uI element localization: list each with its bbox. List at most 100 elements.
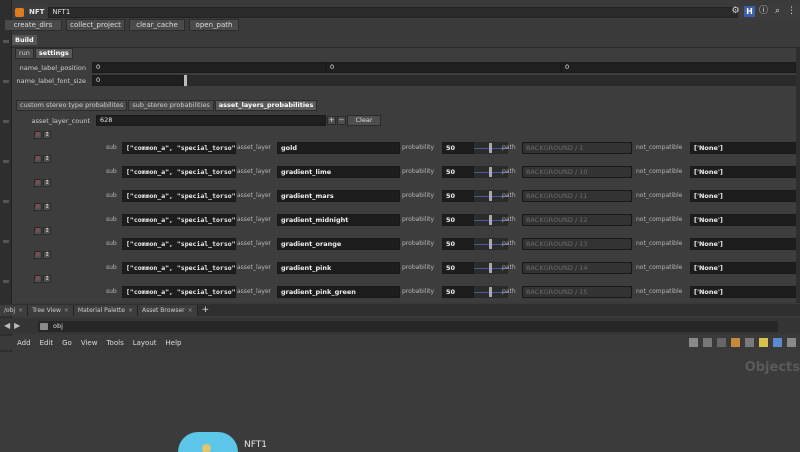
menu-add[interactable]: Add (17, 339, 31, 347)
asset-layer-field[interactable]: gradient_midnight (277, 214, 400, 226)
tools-icon[interactable] (689, 338, 698, 347)
search-icon[interactable]: ⌕ (772, 6, 783, 17)
tab-material-palette[interactable]: Material Palette × (73, 304, 138, 316)
collect-project-button[interactable]: collect_project (66, 19, 125, 31)
name-label-position-x[interactable]: 0 (92, 62, 326, 73)
not-compatible-field[interactable]: ['None'] (690, 238, 800, 250)
sub-field[interactable]: ["common_a", "special_torso"] (122, 190, 236, 202)
sub-field[interactable]: ["common_a", "special_torso"] (122, 214, 236, 226)
path-field[interactable]: obj (38, 321, 778, 332)
gear-icon[interactable]: ⚙ (730, 6, 741, 17)
not-compatible-field[interactable]: ['None'] (690, 190, 800, 202)
slider-handle[interactable] (489, 287, 492, 297)
font-size-slider[interactable] (184, 75, 796, 86)
tab-settings[interactable]: settings (34, 48, 73, 59)
probability-field[interactable]: 50 (442, 262, 474, 274)
tab-asset-browser[interactable]: Asset Browser × (137, 304, 198, 316)
asset-layer-field[interactable]: gradient_orange (277, 238, 400, 250)
network-view[interactable]: Objects NFT1 (0, 352, 800, 452)
back-arrow-icon[interactable]: ◀ (4, 321, 10, 330)
menu-view[interactable]: View (81, 339, 98, 347)
tab-obj[interactable]: /obj × (0, 304, 29, 316)
sticky-note-icon[interactable] (759, 338, 768, 347)
parameter-scrollbar[interactable] (796, 48, 800, 303)
asset-layer-field[interactable]: gradient_lime (277, 166, 400, 178)
remove-row-icon[interactable]: × (34, 203, 42, 211)
probability-field[interactable]: 50 (442, 142, 474, 154)
sub-field[interactable]: ["common_a", "special_torso"] (122, 238, 236, 250)
info-icon[interactable]: ⓘ (758, 6, 769, 17)
options-icon[interactable] (787, 338, 796, 347)
slider-handle[interactable] (489, 191, 492, 201)
move-row-icon[interactable]: ↕ (43, 275, 51, 283)
clear-cache-button[interactable]: clear_cache (129, 19, 185, 31)
slider-handle[interactable] (489, 215, 492, 225)
display-icon[interactable] (773, 338, 782, 347)
remove-layer-button[interactable]: − (337, 116, 346, 125)
probability-field[interactable]: 50 (442, 238, 474, 250)
remove-row-icon[interactable]: × (34, 155, 42, 163)
name-label-font-size-field[interactable]: 0 (92, 75, 184, 86)
name-label-position-y[interactable]: 0 (326, 62, 561, 73)
tab-asset-layers[interactable]: asset_layers_probabilities (214, 100, 318, 111)
font-size-slider-handle[interactable] (184, 75, 187, 86)
node-icon[interactable] (178, 432, 238, 452)
sub-field[interactable]: ["common_a", "special_torso"] (122, 286, 236, 298)
remove-row-icon[interactable]: × (34, 251, 42, 259)
create-dirs-button[interactable]: create_dirs (4, 19, 62, 31)
slider-handle[interactable] (489, 263, 492, 273)
not-compatible-field[interactable]: ['None'] (690, 286, 800, 298)
move-row-icon[interactable]: ↕ (43, 251, 51, 259)
clear-button[interactable]: Clear (347, 115, 381, 126)
not-compatible-field[interactable]: ['None'] (690, 142, 800, 154)
close-icon[interactable]: × (188, 307, 193, 314)
probability-field[interactable]: 50 (442, 286, 474, 298)
asset-layer-field[interactable]: gradient_mars (277, 190, 400, 202)
help-icon[interactable]: H (744, 6, 755, 17)
close-icon[interactable]: × (18, 307, 23, 314)
move-row-icon[interactable]: ↕ (43, 131, 51, 139)
open-path-button[interactable]: open_path (189, 19, 239, 31)
menu-go[interactable]: Go (62, 339, 72, 347)
tab-run[interactable]: run (15, 48, 34, 59)
remove-row-icon[interactable]: × (34, 275, 42, 283)
tab-sub-stereo[interactable]: sub_stereo probabilities (128, 100, 214, 111)
network-icon[interactable] (703, 338, 712, 347)
close-icon[interactable]: × (64, 307, 69, 314)
not-compatible-field[interactable]: ['None'] (690, 214, 800, 226)
move-row-icon[interactable]: ↕ (43, 155, 51, 163)
sub-field[interactable]: ["common_a", "special_torso"] (122, 142, 236, 154)
remove-row-icon[interactable]: × (34, 131, 42, 139)
grid-icon[interactable] (745, 338, 754, 347)
palette-icon[interactable] (731, 338, 740, 347)
slider-handle[interactable] (489, 239, 492, 249)
not-compatible-field[interactable]: ['None'] (690, 166, 800, 178)
move-row-icon[interactable]: ↕ (43, 179, 51, 187)
slider-handle[interactable] (489, 167, 492, 177)
move-row-icon[interactable]: ↕ (43, 227, 51, 235)
menu-edit[interactable]: Edit (40, 339, 54, 347)
probability-field[interactable]: 50 (442, 190, 474, 202)
tab-tree-view[interactable]: Tree View × (28, 304, 74, 316)
menu-layout[interactable]: Layout (133, 339, 157, 347)
forward-arrow-icon[interactable]: ▶ (14, 321, 20, 330)
asset-layer-field[interactable]: gradient_pink_green (277, 286, 400, 298)
name-label-position-z[interactable]: 0 (561, 62, 796, 73)
probability-field[interactable]: 50 (442, 214, 474, 226)
asset-layer-field[interactable]: gold (277, 142, 400, 154)
asset-layer-field[interactable]: gradient_pink (277, 262, 400, 274)
move-row-icon[interactable]: ↕ (43, 203, 51, 211)
list-icon[interactable] (717, 338, 726, 347)
asset-layer-count-field[interactable]: 628 (96, 115, 326, 126)
menu-tools[interactable]: Tools (106, 339, 123, 347)
not-compatible-field[interactable]: ['None'] (690, 262, 800, 274)
slider-handle[interactable] (489, 143, 492, 153)
build-folder-label[interactable]: Build (12, 35, 37, 45)
remove-row-icon[interactable]: × (34, 179, 42, 187)
sub-field[interactable]: ["common_a", "special_torso"] (122, 262, 236, 274)
node-name-field[interactable]: NFT1 (48, 6, 739, 18)
sub-field[interactable]: ["common_a", "special_torso"] (122, 166, 236, 178)
tab-custom-stereo-type[interactable]: custom stereo type probabilites (16, 100, 128, 111)
probability-field[interactable]: 50 (442, 166, 474, 178)
close-icon[interactable]: × (128, 307, 133, 314)
